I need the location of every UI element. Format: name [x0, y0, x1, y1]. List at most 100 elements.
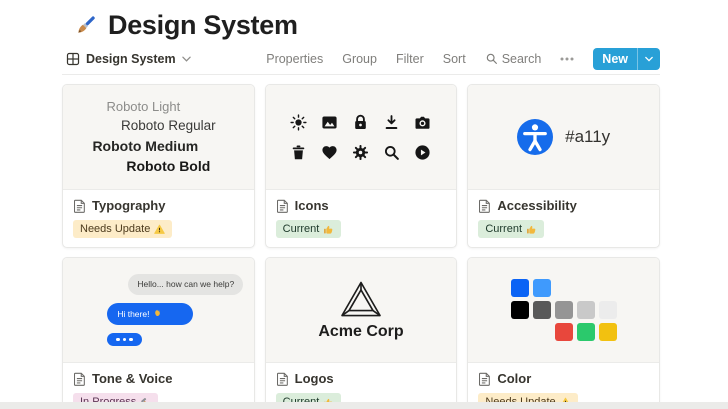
card-tone-voice[interactable]: Hello... how can we help? Hi there!	[62, 257, 255, 409]
card-title: Icons	[295, 198, 329, 213]
status-badge: Needs Update	[73, 220, 172, 238]
new-button-caret[interactable]	[637, 48, 660, 70]
card-logos[interactable]: Acme Corp Logos Current	[265, 257, 458, 409]
card-title: Accessibility	[497, 198, 577, 213]
status-label: Current	[485, 222, 522, 236]
color-swatch	[599, 301, 617, 319]
chat-reply-text: Hi there!	[117, 309, 149, 319]
status-label: Current	[283, 222, 320, 236]
chevron-down-icon	[645, 56, 653, 62]
page-icon	[73, 372, 86, 386]
card-title: Tone & Voice	[92, 371, 172, 386]
typography-cover: Roboto Light Roboto Regular Roboto Mediu…	[63, 85, 254, 190]
window-bottom-edge	[0, 402, 728, 409]
acme-triangle-logo	[339, 280, 383, 318]
ellipsis-icon	[560, 57, 574, 61]
chat-bubble-reply: Hi there!	[107, 303, 193, 325]
tone-voice-cover: Hello... how can we help? Hi there!	[63, 258, 254, 363]
filter-button[interactable]: Filter	[394, 50, 426, 68]
gear-icon	[352, 144, 369, 161]
card-footer: Accessibility Current	[468, 190, 659, 247]
page-header: Design System	[62, 0, 660, 45]
color-swatch-empty	[599, 279, 617, 297]
more-options-button[interactable]	[558, 55, 576, 63]
card-color[interactable]: Color Needs Update	[467, 257, 660, 409]
view-selector[interactable]: Design System	[62, 50, 195, 68]
color-swatch-empty	[555, 279, 573, 297]
type-sample-regular: Roboto Regular	[121, 119, 216, 134]
new-button[interactable]: New	[593, 48, 637, 70]
color-swatch-empty	[511, 323, 529, 341]
camera-icon	[414, 114, 431, 131]
search-button[interactable]: Search	[483, 50, 544, 68]
view-selector-label: Design System	[86, 52, 176, 66]
color-swatch	[533, 301, 551, 319]
page-icon	[478, 372, 491, 386]
card-icons[interactable]: Icons Current	[265, 84, 458, 248]
card-accessibility[interactable]: #a11y Accessibility Current	[467, 84, 660, 248]
gallery-grid: Roboto Light Roboto Regular Roboto Mediu…	[62, 84, 660, 409]
color-swatch	[577, 301, 595, 319]
status-badge: Current	[276, 220, 342, 238]
card-footer: Icons Current	[266, 190, 457, 247]
new-button-group: New	[593, 48, 660, 70]
type-sample-medium: Roboto Medium	[92, 139, 198, 154]
lock-icon	[352, 114, 369, 131]
sun-icon	[290, 114, 307, 131]
play-icon	[414, 144, 431, 161]
color-cover	[468, 258, 659, 363]
accessibility-cover: #a11y	[468, 85, 659, 190]
page-icon	[276, 372, 289, 386]
card-title: Logos	[295, 371, 334, 386]
type-sample-bold: Roboto Bold	[126, 159, 210, 174]
a11y-tag: #a11y	[565, 127, 610, 147]
type-sample-light: Roboto Light	[106, 100, 180, 114]
toolbar: Design System Properties Group Filter So…	[62, 49, 660, 75]
color-swatch	[511, 279, 529, 297]
thumbs-up-icon	[323, 224, 334, 235]
design-system-page: Design System Design System Properties G…	[0, 0, 728, 409]
card-typography[interactable]: Roboto Light Roboto Regular Roboto Mediu…	[62, 84, 255, 248]
image-icon	[321, 114, 338, 131]
color-swatch	[555, 323, 573, 341]
properties-button[interactable]: Properties	[264, 50, 325, 68]
page-icon	[276, 199, 289, 213]
logo-company-name: Acme Corp	[318, 323, 403, 341]
paintbrush-icon	[72, 12, 99, 39]
accessibility-icon	[517, 119, 553, 155]
card-title: Typography	[92, 198, 165, 213]
sort-button[interactable]: Sort	[441, 50, 468, 68]
download-icon	[383, 114, 400, 131]
page-icon	[73, 199, 86, 213]
card-footer: Typography Needs Update	[63, 190, 254, 247]
trash-icon	[290, 144, 307, 161]
search-label: Search	[502, 52, 542, 66]
chevron-down-icon	[182, 56, 191, 62]
logos-cover: Acme Corp	[266, 258, 457, 363]
group-button[interactable]: Group	[340, 50, 379, 68]
status-label: Needs Update	[80, 222, 150, 236]
page-title: Design System	[108, 10, 298, 41]
toolbar-actions: Properties Group Filter Sort Search New	[264, 48, 660, 70]
color-swatch-empty	[577, 279, 595, 297]
warning-icon	[154, 224, 165, 235]
color-swatch-empty	[533, 323, 551, 341]
color-swatch	[599, 323, 617, 341]
gallery-view-icon	[66, 52, 80, 66]
icons-cover	[266, 85, 457, 190]
thumbs-up-icon	[526, 224, 537, 235]
color-swatch-grid	[511, 279, 617, 341]
status-badge: Current	[478, 220, 544, 238]
chat-bubble-incoming: Hello... how can we help?	[128, 274, 243, 294]
search-icon	[383, 144, 400, 161]
heart-icon	[321, 144, 338, 161]
color-swatch	[533, 279, 551, 297]
search-icon	[485, 52, 498, 65]
card-title: Color	[497, 371, 531, 386]
color-swatch	[555, 301, 573, 319]
color-swatch	[577, 323, 595, 341]
color-swatch	[511, 301, 529, 319]
waving-hand-icon	[153, 309, 162, 318]
chat-bubble-typing	[107, 333, 142, 347]
page-icon	[478, 199, 491, 213]
